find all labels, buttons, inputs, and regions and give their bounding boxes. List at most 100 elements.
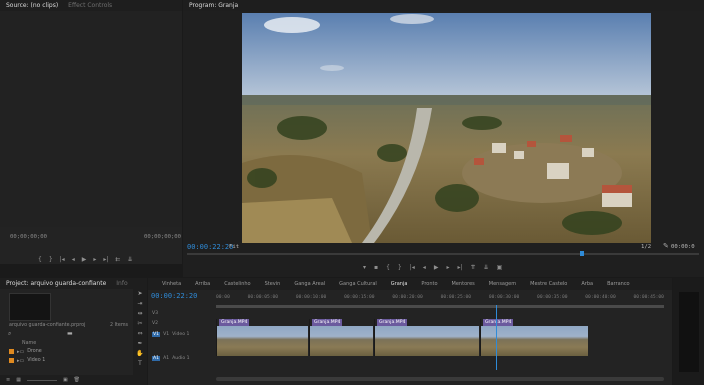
trash-icon[interactable]: 🗑 (74, 377, 80, 383)
tab-effect-controls[interactable]: Effect Controls (68, 2, 112, 9)
list-view-icon[interactable]: ≡ (6, 377, 10, 383)
new-bin-icon[interactable]: ▬ (67, 330, 73, 337)
track-name: Video 1 (172, 332, 190, 337)
work-area-bar[interactable] (216, 305, 664, 308)
track-v2[interactable]: V2 (152, 321, 158, 326)
sequence-tab[interactable]: Ganga Cultural (339, 281, 377, 287)
video-clip[interactable]: Granja.MP4 (216, 319, 308, 356)
track-a1[interactable]: A1 A1 Audio 1 (152, 356, 190, 361)
type-tool-icon[interactable]: T (136, 360, 144, 368)
label-color-icon (9, 358, 14, 363)
razor-tool-icon[interactable]: ✂ (136, 320, 144, 328)
name-column-header[interactable]: Name (22, 341, 36, 346)
time-ruler[interactable]: 00:00 00:00:05:00 00:00:10:00 00:00:15:0… (216, 295, 664, 300)
timeline-hscroll[interactable] (216, 377, 664, 381)
ruler-label: 00:00:10:00 (295, 295, 327, 300)
new-item-icon[interactable]: ▣ (63, 377, 68, 383)
program-playhead[interactable] (580, 251, 584, 256)
forward-icon[interactable]: ▸ (93, 256, 96, 263)
rewind-icon[interactable]: ◂ (72, 256, 75, 263)
tab-info[interactable]: Info (116, 280, 127, 287)
clip-label: Granja.MP4 (219, 319, 250, 326)
insert-icon[interactable]: ⇇ (115, 256, 120, 263)
extract-icon[interactable]: ⇊ (484, 264, 489, 271)
program-fit-dropdown[interactable]: Fit (229, 244, 239, 250)
wrench-icon[interactable]: ✎ (663, 242, 669, 250)
sequence-tab[interactable]: Barranco (607, 281, 630, 287)
track-v3[interactable]: V3 (152, 311, 158, 316)
track-label: V2 (152, 321, 159, 326)
program-timecode[interactable]: 00:00:22:20 (187, 243, 233, 251)
lift-icon[interactable]: ⇈ (471, 264, 476, 271)
track-headers: V3 V2 V1 V1 Video 1 A1 A1 Audio 1 (148, 308, 214, 370)
clip-thumbnail (217, 326, 308, 356)
program-transport: ▾ ▪ { } |◂ ◂ ▶ ▸ ▸| ⇈ ⇊ ▣ (363, 264, 502, 271)
goto-out-icon[interactable]: ▸| (457, 264, 462, 271)
overwrite-icon[interactable]: ⇊ (127, 256, 132, 263)
program-header: Program: Granja (183, 0, 704, 11)
source-patch[interactable]: A1 (152, 356, 161, 361)
sequence-tab[interactable]: Pronto (421, 281, 437, 287)
source-patch[interactable]: V1 (152, 332, 161, 337)
zoom-slider[interactable] (26, 379, 57, 381)
sequence-tab[interactable]: Ganga Areal (294, 281, 325, 287)
hand-tool-icon[interactable]: ✋ (136, 350, 144, 358)
project-panel: Project: arquivo guarda-confiante Info a… (0, 278, 147, 385)
sequence-tab[interactable]: Mestre Castelo (530, 281, 567, 287)
icon-view-icon[interactable]: ▦ (16, 377, 21, 383)
play-icon[interactable]: ▶ (82, 256, 87, 263)
source-monitor: Source: (no clips) Effect Controls 00;00… (0, 0, 182, 264)
mark-out-icon[interactable]: } (49, 256, 53, 263)
marker2-icon[interactable]: ▪ (374, 264, 378, 271)
sequence-tab[interactable]: Mentores (452, 281, 475, 287)
tab-source[interactable]: Source: (no clips) (6, 2, 58, 9)
ruler-label: 00:00:35:00 (537, 295, 568, 300)
track-label: V3 (152, 311, 159, 316)
source-transport: { } |◂ ◂ ▶ ▸ ▸| ⇇ ⇊ (38, 256, 132, 263)
program-zoom[interactable]: 1/2 (641, 244, 651, 250)
timeline-panel: Vinheta Arriba Castelinho Stevin Ganga A… (148, 278, 672, 385)
mark-out-icon[interactable]: } (398, 264, 402, 271)
track-name: Audio 1 (172, 356, 190, 361)
play-icon[interactable]: ▶ (434, 264, 439, 271)
mark-in-icon[interactable]: { (386, 264, 390, 271)
clip-thumbnail (481, 326, 588, 356)
search-icon[interactable]: ⌕ (8, 330, 11, 338)
mark-in-icon[interactable]: { (38, 256, 42, 263)
bin-row[interactable]: ▸▭ Drone (9, 348, 42, 355)
track-select-icon[interactable]: ⇥ (136, 300, 144, 308)
step-back-icon[interactable]: |◂ (60, 256, 65, 263)
step-forward-icon[interactable]: ▸| (103, 256, 108, 263)
tab-project[interactable]: Project: arquivo guarda-confiante (6, 280, 106, 287)
ripple-edit-icon[interactable]: ⇹ (136, 310, 144, 318)
sequence-tab[interactable]: Castelinho (224, 281, 250, 287)
sequence-tab[interactable]: Arriba (195, 281, 210, 287)
video-clip[interactable]: Granja.MP4 (309, 319, 373, 356)
timeline-playhead[interactable] (496, 305, 497, 370)
video-clip[interactable]: Granja.MP4 (374, 319, 479, 356)
slip-tool-icon[interactable]: ⇔ (136, 330, 144, 338)
timeline-timecode[interactable]: 00:00:22:20 (151, 292, 197, 300)
track-v1[interactable]: V1 V1 Video 1 (152, 332, 189, 337)
program-scrub-bar[interactable] (187, 253, 699, 255)
sequence-tab[interactable]: Stevin (265, 281, 281, 287)
sequence-tab[interactable]: Mensagem (489, 281, 516, 287)
ruler-label: 00:00:15:00 (344, 295, 375, 300)
program-title[interactable]: Program: Granja (189, 2, 238, 9)
selection-tool-icon[interactable]: ➤ (136, 290, 144, 298)
project-file-name: arquivo guarda-confiante.prproj (9, 323, 86, 328)
sequence-tab[interactable]: Vinheta (162, 281, 181, 287)
sequence-tab[interactable]: Arba (581, 281, 593, 287)
pen-tool-icon[interactable]: ✒ (136, 340, 144, 348)
sequence-tabs: Vinheta Arriba Castelinho Stevin Ganga A… (148, 278, 672, 290)
marker-icon[interactable]: ▾ (363, 264, 366, 271)
sequence-tab-active[interactable]: Granja (391, 281, 408, 287)
step-back-icon[interactable]: ◂ (423, 264, 426, 271)
export-frame-icon[interactable]: ▣ (497, 264, 503, 271)
bin-row[interactable]: ▸▭ Video 1 (9, 357, 45, 364)
label-color-icon (9, 349, 14, 354)
goto-in-icon[interactable]: |◂ (410, 264, 415, 271)
ruler-label: 00:00 (216, 295, 230, 300)
bin-name: Drone (27, 349, 42, 354)
step-forward-icon[interactable]: ▸ (446, 264, 449, 271)
